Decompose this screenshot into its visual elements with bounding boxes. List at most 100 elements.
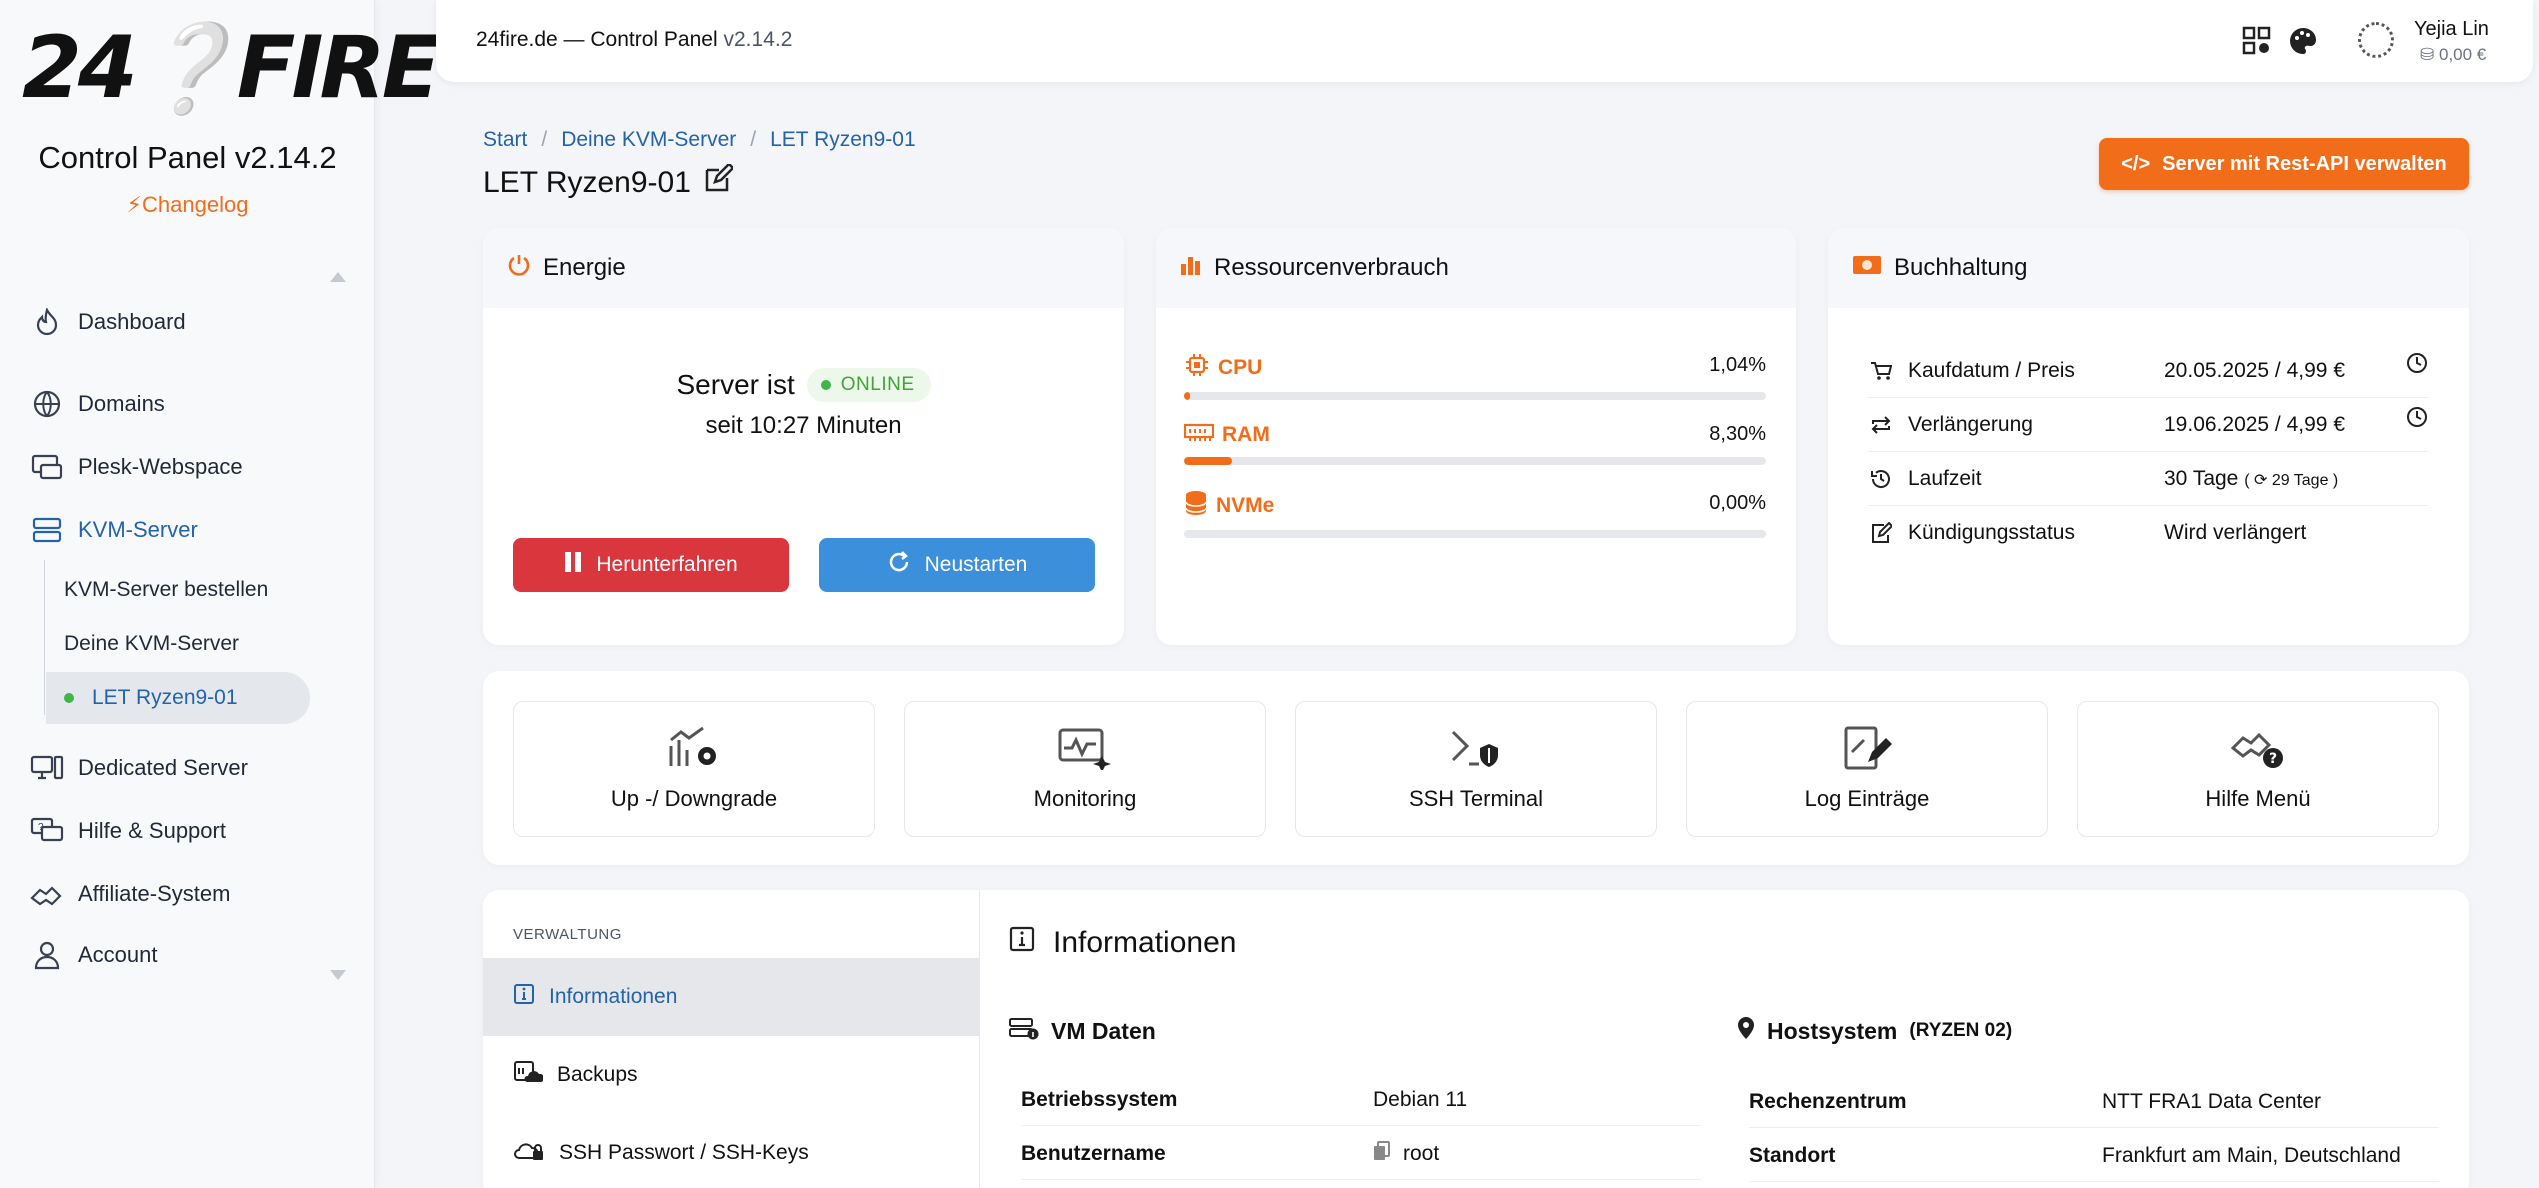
nav-domains[interactable]: Domains [30,384,165,424]
management-item-backups[interactable]: Backups [483,1036,980,1114]
vm-data-header: VM Daten [1009,1016,1156,1046]
page-title: LET Ryzen9-01 [483,162,735,202]
sidebar: 24 ❔ FIRE Control Panel v2.14.2 ⚡Changelog… [0,0,440,1188]
ram-progress-fill [1184,457,1233,465]
clock-icon[interactable] [2406,406,2428,434]
host-key: Standort [1749,1143,1836,1167]
management-item-label: Backups [557,1063,638,1086]
backup-cloud-icon [513,1060,545,1090]
help-handshake-icon: ? [2230,726,2285,776]
management-item-label: Informationen [549,985,678,1008]
nvme-usage: NVMe 0,00% [1184,490,1766,538]
breadcrumb: Start / Deine KVM-Server / LET Ryzen9-01 [483,128,916,152]
energy-card-header: Energie [483,228,1124,308]
refresh-icon [887,550,911,580]
host-key: Rechenzentrum [1749,1089,1907,1113]
energy-title: Energie [543,254,626,281]
nav-hilfe[interactable]: ? Hilfe & Support [30,811,226,851]
tile-logs-label: Log Einträge [1804,786,1930,811]
avatar[interactable] [2358,22,2394,58]
tile-help[interactable]: ? Hilfe Menü [2077,701,2439,837]
vm-data-title: VM Daten [1051,1017,1156,1044]
nav-kvm-deine[interactable]: Deine KVM-Server [64,626,239,662]
nav-account-label: Account [78,942,158,967]
restart-button[interactable]: Neustarten [819,538,1095,592]
nav-dashboard-label: Dashboard [78,309,186,334]
nav-plesk[interactable]: Plesk-Webspace [30,447,243,487]
breadcrumb-separator: / [541,128,548,151]
cpu-progress-fill [1184,392,1191,400]
edit-icon[interactable] [703,162,735,202]
user-balance: ⛁ 0,00 € [2420,45,2486,65]
nav-plesk-label: Plesk-Webspace [78,454,243,479]
monitor-pulse-icon [1058,726,1112,776]
topbar: 24fire.de — Control Panel v2.14.2 Yejia … [436,0,2533,82]
control-panel-title: Control Panel v2.14.2 [38,140,337,175]
shutdown-button-label: Herunterfahren [596,553,738,576]
breadcrumb-current[interactable]: LET Ryzen9-01 [770,128,916,152]
breadcrumb-start[interactable]: Start [483,128,527,152]
topbar-version: v2.14.2 [723,28,793,51]
tile-upgrade[interactable]: Up -/ Downgrade [513,701,875,837]
resources-title: Ressourcenverbrauch [1214,254,1449,281]
host-row-rechenzentrum: Rechenzentrum NTT FRA1 Data Center [1749,1076,2439,1128]
cpu-value: 1,04% [1709,354,1766,376]
cloud-lock-icon [513,1138,545,1168]
scroll-up-icon[interactable] [330,272,346,282]
palette-icon[interactable] [2288,26,2318,62]
copy-icon[interactable] [1373,1140,1391,1167]
nav-kvm-server[interactable]: KVM-Server [30,510,198,550]
ram-value: 8,30% [1709,423,1766,445]
nav-kvm-label: KVM-Server [78,517,198,542]
terminal-shield-icon [1449,726,1503,776]
cpu-progress-bar [1184,392,1766,400]
user-balance-value: 0,00 € [2438,45,2487,64]
management-item-informationen[interactable]: Informationen [483,958,980,1036]
nav-account[interactable]: Account [30,935,158,975]
tile-help-label: Hilfe Menü [2205,786,2311,811]
nav-affiliate[interactable]: Affiliate-System [30,874,230,914]
management-nav: VERWALTUNG Informationen Backups SSH Pas… [483,890,980,1188]
server-status: Server ist ONLINE [483,368,1124,402]
handshake-icon [30,877,64,911]
tile-ssh[interactable]: SSH Terminal [1295,701,1657,837]
changelog-label: Changelog [142,192,249,217]
nav-dedicated[interactable]: Dedicated Server [30,748,248,788]
logo[interactable]: 24 ❔ FIRE [22,18,440,119]
tile-logs[interactable]: Log Einträge [1686,701,2048,837]
nav-kvm-bestellen[interactable]: KVM-Server bestellen [64,572,268,608]
nav-hilfe-label: Hilfe & Support [78,818,226,843]
clock-icon[interactable] [2406,352,2428,380]
tile-monitoring-label: Monitoring [1033,786,1137,811]
billing-row-kuendigung: Kündigungsstatus Wird verlängert [1868,506,2428,560]
cpu-icon [1184,352,1210,384]
desktop-server-icon [30,751,64,785]
bar-chart-icon [1180,254,1202,283]
qr-code-icon[interactable] [2242,26,2272,62]
resources-card-header: Ressourcenverbrauch [1156,228,1796,308]
shutdown-button[interactable]: Herunterfahren [513,538,789,592]
breadcrumb-kvm[interactable]: Deine KVM-Server [561,128,736,152]
rest-api-button-label: Server mit Rest-API verwalten [2162,152,2447,175]
billing-row-verlaengerung: Verlängerung 19.06.2025 / 4,99 € [1868,398,2428,452]
breadcrumb-separator: / [750,128,757,151]
nav-kvm-current-label: LET Ryzen9-01 [92,686,238,709]
scroll-down-icon[interactable] [330,970,346,980]
nav-kvm-current[interactable]: LET Ryzen9-01 [46,672,310,724]
billing-laufzeit-extra: ( ⟳ 29 Tage ) [2244,471,2339,489]
nvme-label-text: NVMe [1216,494,1275,517]
tile-monitoring[interactable]: Monitoring [904,701,1266,837]
pause-icon [564,551,582,579]
management-item-ssh[interactable]: SSH Passwort / SSH-Keys [483,1114,980,1188]
server-stack-icon [30,513,64,547]
tile-ssh-label: SSH Terminal [1408,786,1544,811]
log-edit-icon [1840,726,1894,776]
changelog-link[interactable]: ⚡Changelog [0,192,375,218]
host-value: Frankfurt am Main, Deutschland [2102,1143,2401,1167]
cpu-label: CPU [1184,352,1766,384]
user-name[interactable]: Yejia Lin [2414,18,2489,41]
host-value: NTT FRA1 Data Center [2102,1089,2322,1113]
nav-dashboard[interactable]: Dashboard [30,302,186,342]
rest-api-button[interactable]: </> Server mit Rest-API verwalten [2099,138,2469,190]
host-header: Hostsystem (RYZEN 02) [1737,1016,2012,1046]
